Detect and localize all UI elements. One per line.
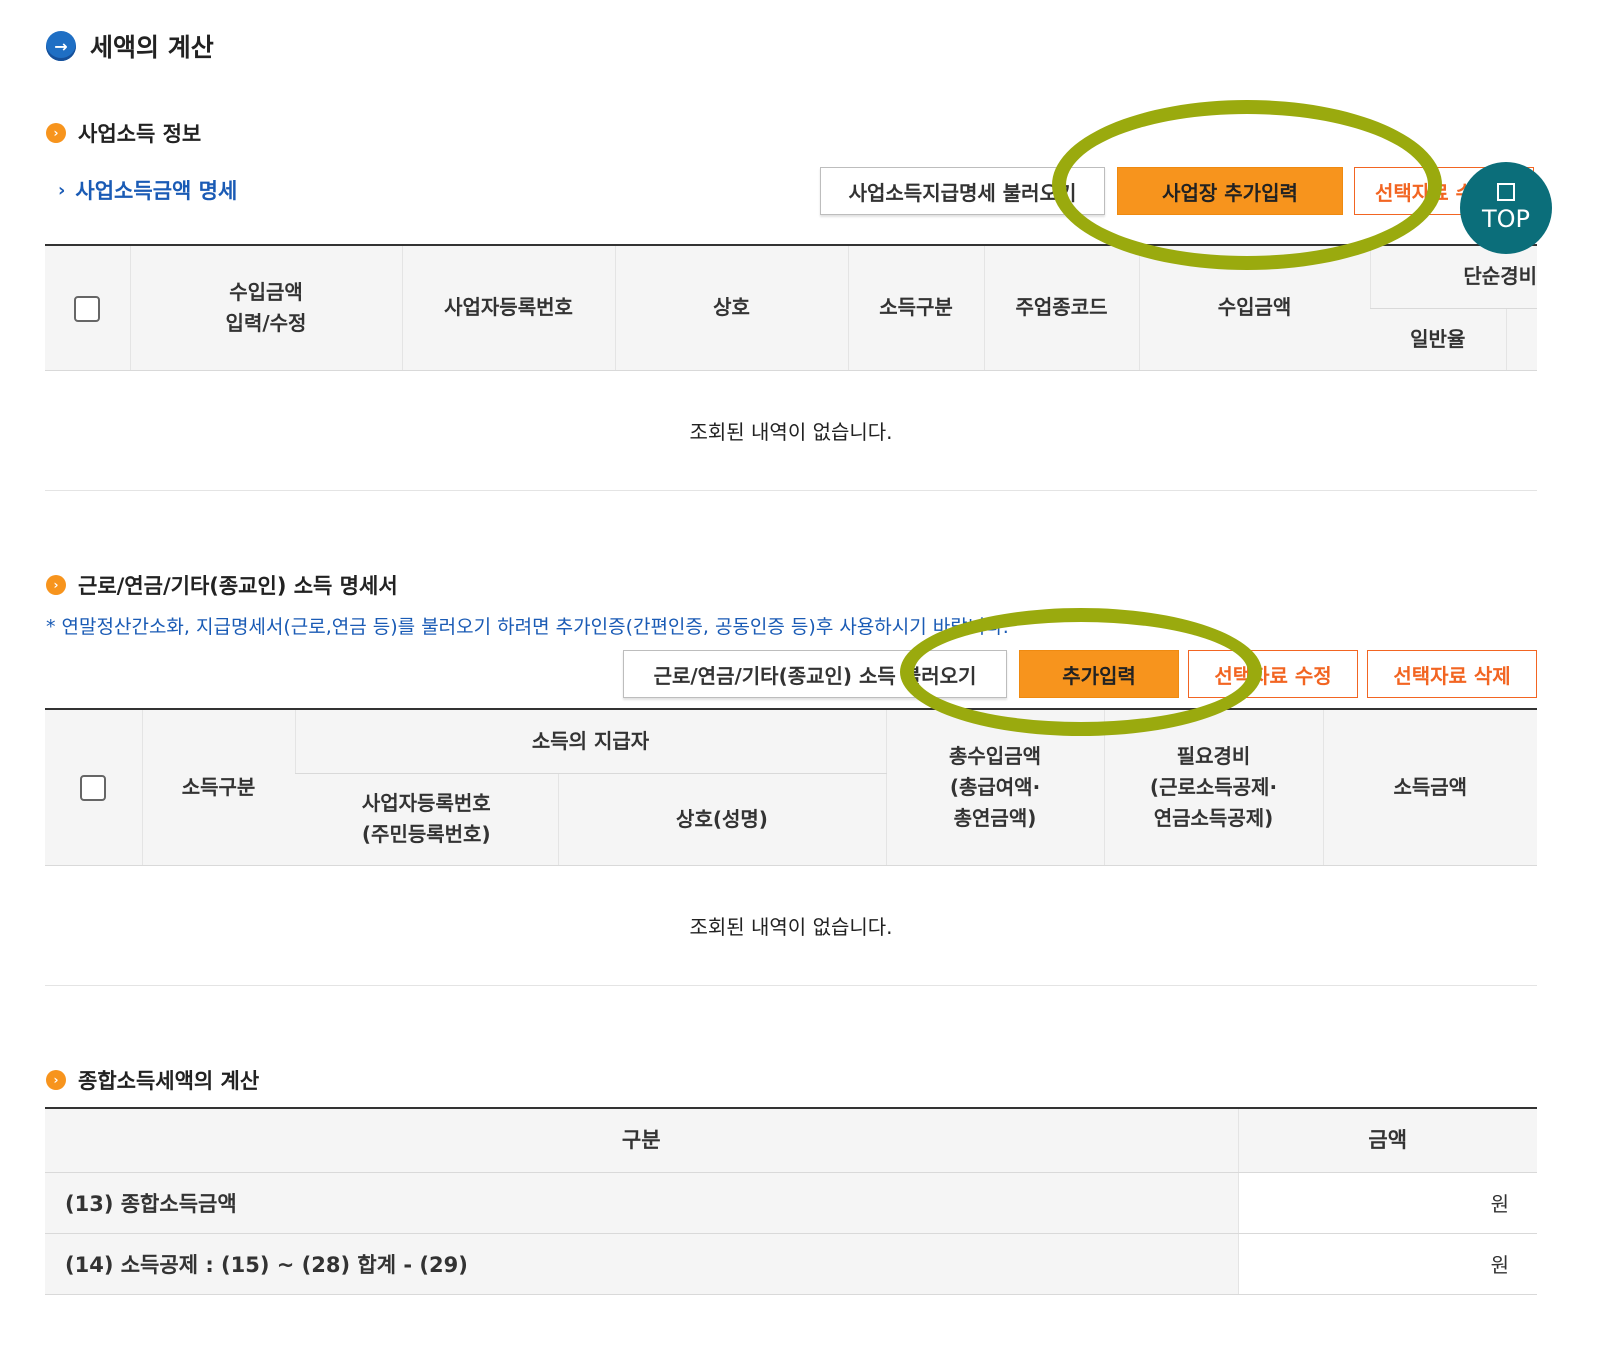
col-trade-name: 상호 (614, 245, 848, 371)
col-necessary-expense: 필요경비 (근로소득공제· 연금소득공제) (1103, 709, 1323, 866)
col-income-edit: 수입금액 입력/수정 (129, 245, 402, 371)
chevron-right-icon: › (46, 1070, 66, 1090)
col-payer: 소득의 지급자 (294, 709, 886, 774)
add-business-place-button[interactable]: 사업장 추가입력 (1117, 167, 1343, 215)
col-reg-no: 사업자등록번호 (401, 245, 615, 371)
business-income-detail-label: 사업소득금액 명세 (75, 179, 238, 203)
col-payer-name: 상호(성명) (557, 773, 886, 866)
labor-select-all-checkbox[interactable] (80, 775, 107, 802)
labor-title-text: 근로/연금/기타(종교인) 소득 명세서 (78, 574, 398, 598)
business-income-table: 수입금액 입력/수정 사업자등록번호 상호 소득구분 주업종코드 수입금액 단순… (45, 244, 1538, 491)
col-general-rate: 일반율 (1370, 308, 1506, 371)
business-section-title: › 사업소득 정보 (46, 118, 201, 148)
col-category: 구분 (45, 1108, 1238, 1173)
load-labor-income-button[interactable]: 근로/연금/기타(종교인) 소득 불러오기 (623, 650, 1007, 698)
col-simple-expense: 단순경비 (1369, 245, 1538, 309)
select-all-checkbox[interactable] (74, 295, 101, 322)
row-amount[interactable]: 원 (1237, 1233, 1537, 1295)
col-industry-code: 주업종코드 (983, 245, 1139, 371)
chevron-right-icon: › (58, 179, 66, 201)
business-empty-message: 조회된 내역이 없습니다. (45, 370, 1538, 491)
calc-section-title: › 종합소득세액의 계산 (46, 1065, 259, 1095)
table-row: (13) 종합소득금액 원 (45, 1172, 1537, 1234)
labor-income-table: 소득구분 소득의 지급자 총수입금액 (총급여액· 총연금액) 필요경비 (근로소득공… (45, 708, 1537, 986)
business-title-text: 사업소득 정보 (78, 122, 202, 146)
col-amount: 금액 (1237, 1108, 1537, 1173)
table-row: (14) 소득공제 : (15) ~ (28) 합계 - (29) 원 (45, 1233, 1537, 1295)
col-revenue: 수입금액 (1138, 245, 1370, 371)
col-payer-reg-no: 사업자등록번호 (주민등록번호) (295, 773, 558, 866)
load-business-payment-button[interactable]: 사업소득지급명세 불러오기 (820, 167, 1105, 215)
row-amount[interactable]: 원 (1237, 1172, 1537, 1234)
col-income-type: 소득구분 (847, 245, 984, 371)
page-title-text: 세액의 계산 (90, 33, 214, 62)
row-label: (14) 소득공제 : (15) ~ (28) 합계 - (29) (45, 1233, 1238, 1295)
labor-section-title: › 근로/연금/기타(종교인) 소득 명세서 (46, 570, 398, 600)
labor-select-all-cell (45, 709, 142, 866)
modify-selected-labor-button[interactable]: 선택자료 수정 (1188, 650, 1358, 698)
add-labor-income-button[interactable]: 추가입력 (1019, 650, 1179, 698)
tax-calc-table: 구분 금액 (13) 종합소득금액 원 (14) 소득공제 : (15) ~ (… (45, 1107, 1537, 1295)
chevron-right-icon: › (46, 123, 66, 143)
col-overflow (1505, 308, 1538, 371)
square-icon (1497, 183, 1515, 201)
auth-notice: * 연말정산간소화, 지급명세서(근로,연금 등)를 불러오기 하려면 추가인증… (46, 616, 1009, 638)
calc-title-text: 종합소득세액의 계산 (78, 1069, 260, 1093)
arrow-right-icon: → (46, 31, 76, 61)
business-income-detail-link[interactable]: › 사업소득금액 명세 (58, 175, 237, 205)
delete-selected-labor-button[interactable]: 선택자료 삭제 (1367, 650, 1537, 698)
row-label: (13) 종합소득금액 (45, 1172, 1238, 1234)
col-labor-income-type: 소득구분 (141, 709, 295, 866)
scroll-top-button[interactable]: TOP (1460, 162, 1552, 254)
col-income-amount: 소득금액 (1322, 709, 1537, 866)
col-total-income: 총수입금액 (총급여액· 총연금액) (885, 709, 1104, 866)
labor-empty-message: 조회된 내역이 없습니다. (45, 865, 1537, 986)
page-title: → 세액의 계산 (46, 28, 214, 64)
chevron-right-icon: › (46, 575, 66, 595)
select-all-cell (45, 245, 130, 371)
